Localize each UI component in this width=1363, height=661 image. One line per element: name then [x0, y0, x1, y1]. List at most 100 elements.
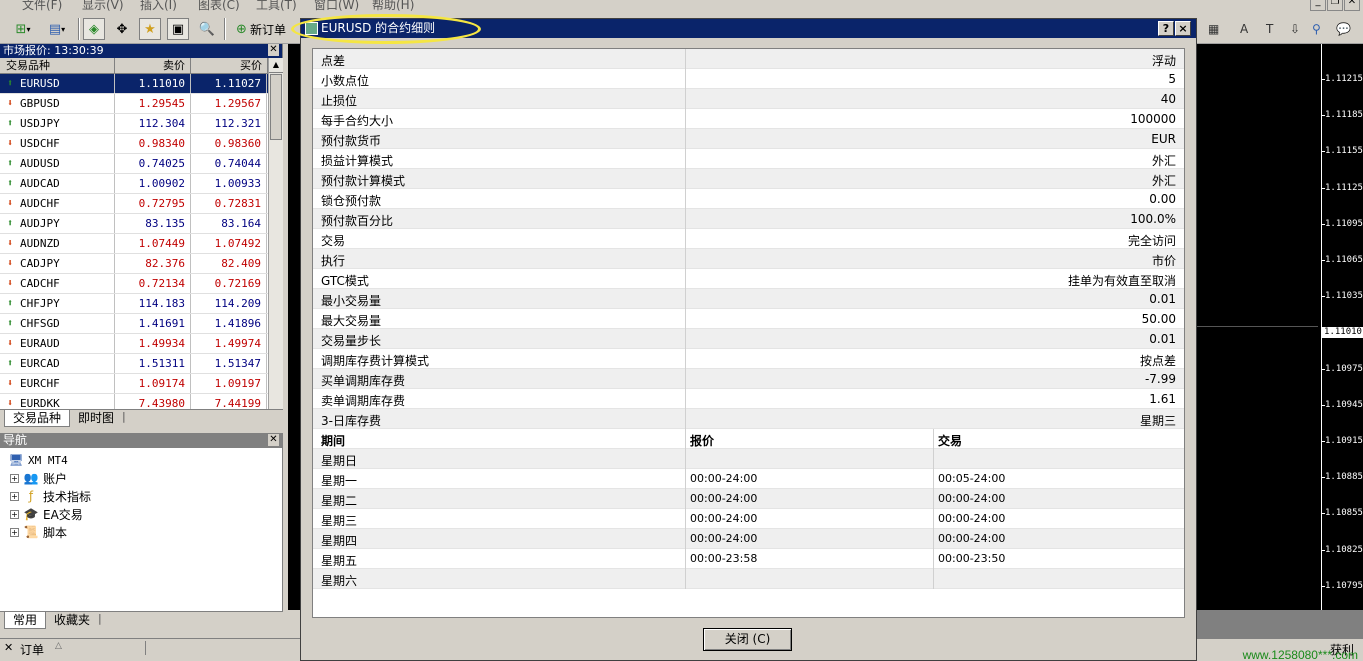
- menu-window[interactable]: 窗口(W): [314, 0, 359, 12]
- column-divider: [685, 489, 686, 509]
- market-watch-row[interactable]: ⬇ EURAUD 1.49934 1.49974: [0, 334, 268, 354]
- tab-symbols[interactable]: 交易品种: [4, 410, 71, 427]
- symbol-cell: ⬆ AUDUSD: [0, 154, 115, 173]
- menu-help[interactable]: 帮助(H): [372, 0, 414, 12]
- tab-favorites[interactable]: 收藏夹: [46, 612, 98, 629]
- market-watch-row[interactable]: ⬆ CHFJPY 114.183 114.209: [0, 294, 268, 314]
- menu-view[interactable]: 显示(V): [82, 0, 124, 12]
- column-divider: [685, 409, 686, 429]
- chart-area-right[interactable]: [1197, 44, 1321, 610]
- spec-label: 买单调期库存费: [321, 374, 406, 388]
- profiles-icon[interactable]: ▤ ▾: [42, 18, 72, 40]
- market-watch-row[interactable]: ⬇ GBPUSD 1.29545 1.29567: [0, 94, 268, 114]
- scroll-thumb[interactable]: [270, 74, 282, 140]
- navigator-root[interactable]: 🖥 XM MT4: [8, 451, 68, 469]
- col-symbol[interactable]: 交易品种: [0, 58, 115, 73]
- tab-common[interactable]: 常用: [4, 612, 47, 629]
- menu-file[interactable]: 文件(F): [22, 0, 62, 12]
- navigator-close-icon[interactable]: ✕: [268, 434, 279, 446]
- symbol-cell: ⬇ EURAUD: [0, 334, 115, 353]
- col-ask[interactable]: 买价: [191, 58, 268, 73]
- indicators-icon: ƒ: [28, 489, 34, 503]
- market-watch-row[interactable]: ⬇ AUDCHF 0.72795 0.72831: [0, 194, 268, 214]
- orders-column[interactable]: 订单: [20, 641, 44, 658]
- scroll-up-icon[interactable]: ▲: [269, 58, 283, 73]
- menu-tools[interactable]: 工具(T): [256, 0, 297, 12]
- navigator-root-label: XM MT4: [28, 453, 68, 467]
- axis-price-label: 1.11155: [1325, 146, 1363, 157]
- col-bid[interactable]: 卖价: [115, 58, 191, 73]
- navigator-item-accounts[interactable]: + 👥 账户: [10, 469, 67, 487]
- dialog-close-icon[interactable]: ×: [1175, 21, 1191, 36]
- market-watch-close-icon[interactable]: ✕: [268, 44, 279, 56]
- tab-tick-chart[interactable]: 即时图: [70, 410, 122, 427]
- text-icon[interactable]: A: [1240, 22, 1248, 36]
- text-label-icon[interactable]: T: [1266, 22, 1273, 36]
- navigator-icon[interactable]: ★: [139, 18, 161, 40]
- spec-table: 点差 浮动 小数点位 5 止损位 40 每手合约大小 100000 预付款货币 EUR 损益计算模式…: [312, 48, 1185, 618]
- strategy-tester-icon[interactable]: 🔍: [196, 18, 218, 40]
- new-order-button[interactable]: ⊕ 新订单: [230, 18, 292, 40]
- sessions-header-row: 期间 报价 交易: [313, 429, 1184, 449]
- market-watch-row[interactable]: ⬆ AUDJPY 83.135 83.164: [0, 214, 268, 234]
- price-axis[interactable]: 1.11215 1.11185 1.11155 1.11125 1.11095 1.110…: [1321, 44, 1363, 610]
- column-divider: [685, 289, 686, 309]
- market-watch-row[interactable]: ⬇ CADJPY 82.376 82.409: [0, 254, 268, 274]
- up-arrow-icon: ⬆: [6, 178, 14, 189]
- help-button[interactable]: ?: [1158, 21, 1174, 36]
- up-arrow-icon: ⬆: [6, 358, 14, 369]
- close-button[interactable]: 关闭 (C): [703, 628, 792, 651]
- market-watch-row[interactable]: ⬆ EURCAD 1.51311 1.51347: [0, 354, 268, 374]
- expand-icon[interactable]: +: [10, 491, 19, 501]
- market-watch-row[interactable]: ⬆ AUDCAD 1.00902 1.00933: [0, 174, 268, 194]
- symbol-label: AUDJPY: [20, 217, 60, 230]
- dialog-title-bar[interactable]: EURUSD 的合约细则 ? ×: [291, 14, 1196, 44]
- spec-row: 调期库存费计算模式 按点差: [313, 349, 1184, 369]
- market-watch-row[interactable]: ⬇ AUDNZD 1.07449 1.07492: [0, 234, 268, 254]
- market-watch-row[interactable]: ⬆ USDJPY 112.304 112.321: [0, 114, 268, 134]
- bid-cell: 1.49934: [115, 334, 191, 353]
- session-day: 星期一: [321, 474, 358, 488]
- expand-icon[interactable]: +: [10, 509, 19, 519]
- data-window-icon[interactable]: ✥: [111, 18, 133, 40]
- new-chart-icon[interactable]: ⊞ ▾: [6, 18, 40, 40]
- arrow-icon[interactable]: ⇩: [1290, 22, 1300, 36]
- expand-icon[interactable]: +: [10, 527, 19, 537]
- market-watch-row[interactable]: ⬇ EURCHF 1.09174 1.09197: [0, 374, 268, 394]
- market-watch-row[interactable]: ⬇ USDCHF 0.98340 0.98360: [0, 134, 268, 154]
- session-trade: 00:00-23:50: [938, 552, 1006, 565]
- expand-icon[interactable]: +: [10, 473, 19, 483]
- market-watch-row[interactable]: ⬆ AUDUSD 0.74025 0.74044: [0, 154, 268, 174]
- terminal-close-icon[interactable]: ✕: [4, 641, 13, 654]
- session-quote: 00:00-23:58: [690, 552, 758, 565]
- column-divider: [685, 369, 686, 389]
- market-watch-icon[interactable]: ◈: [83, 18, 105, 40]
- terminal-root-icon: 🖥: [8, 453, 24, 467]
- terminal-icon[interactable]: ▣: [167, 18, 189, 40]
- navigator-item-expert-advisors[interactable]: + 🎓 EA交易: [10, 505, 83, 523]
- column-divider: [685, 469, 686, 489]
- column-divider: [933, 529, 934, 549]
- script-icon: 📜: [23, 525, 39, 539]
- navigator-item-indicators[interactable]: + ƒ 技术指标: [10, 487, 91, 505]
- chart-area-left[interactable]: [288, 44, 300, 610]
- restore-icon[interactable]: ❐: [1327, 0, 1343, 11]
- market-watch-row[interactable]: ⬇ CADCHF 0.72134 0.72169: [0, 274, 268, 294]
- market-watch-row[interactable]: ⬆ EURUSD 1.11010 1.11027: [0, 74, 268, 94]
- close-window-icon[interactable]: ✕: [1344, 0, 1360, 11]
- session-trade: 00:00-24:00: [938, 532, 1006, 545]
- grid-icon[interactable]: ▦: [1208, 22, 1219, 36]
- navigator-item-label: EA交易: [43, 507, 83, 522]
- chat-icon[interactable]: 💬: [1336, 22, 1351, 36]
- market-watch-row[interactable]: ⬆ CHFSGD 1.41691 1.41896: [0, 314, 268, 334]
- market-watch-scrollbar[interactable]: ▲: [268, 58, 283, 413]
- zoom-icon[interactable]: ⚲: [1312, 22, 1321, 36]
- axis-price-label: 1.11065: [1325, 255, 1363, 265]
- spec-row: 最大交易量 50.00: [313, 309, 1184, 329]
- sort-icon: △: [55, 641, 62, 651]
- menu-charts[interactable]: 图表(C): [198, 0, 240, 12]
- minimize-icon[interactable]: _: [1310, 0, 1326, 11]
- navigator-item-scripts[interactable]: + 📜 脚本: [10, 523, 67, 541]
- ask-cell: 0.72831: [191, 194, 267, 213]
- menu-insert[interactable]: 插入(I): [140, 0, 177, 12]
